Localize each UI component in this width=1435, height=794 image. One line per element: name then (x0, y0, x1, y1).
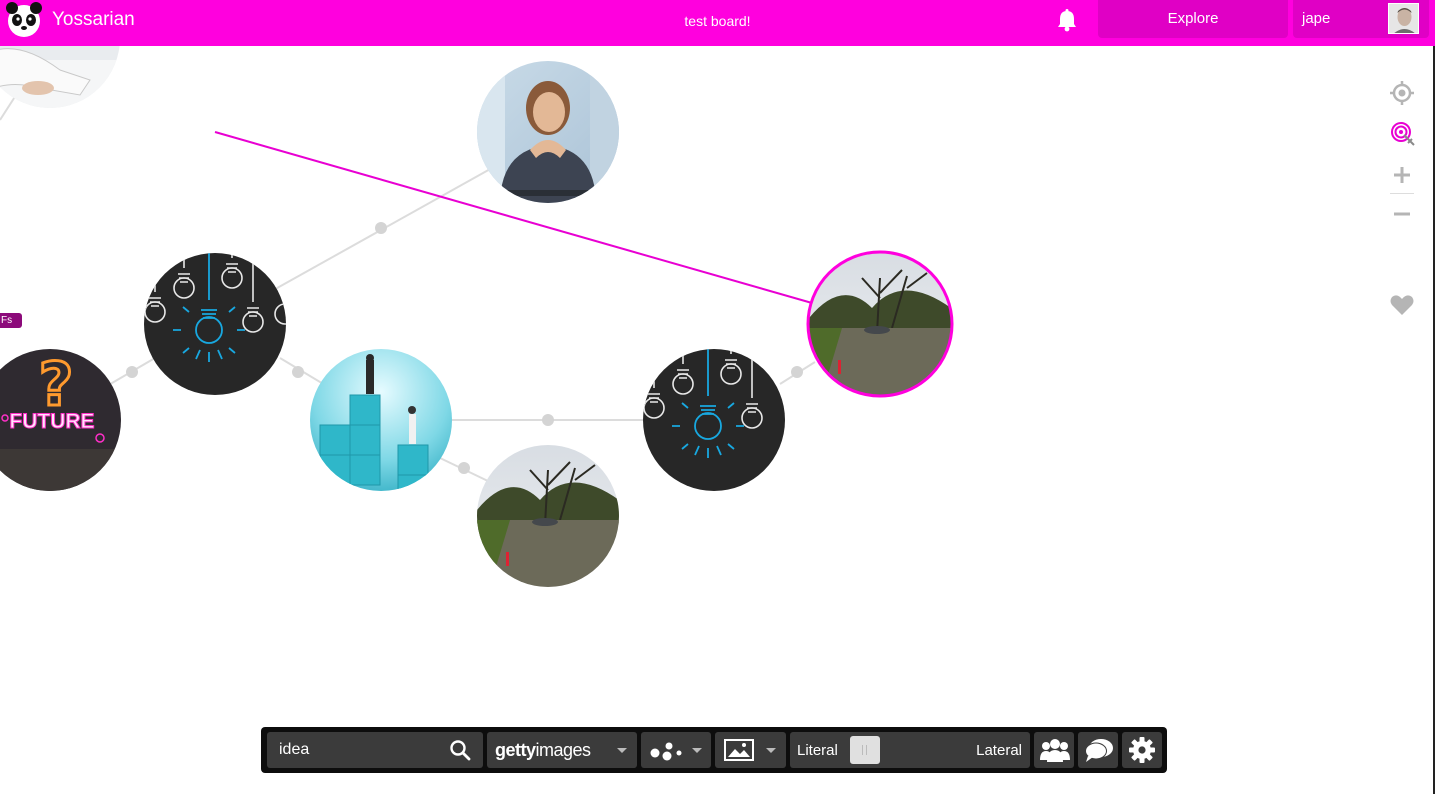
idea-node-future[interactable]: ? FUTURE (0, 349, 121, 491)
user-menu-button[interactable]: jape (1293, 0, 1429, 38)
zoom-divider (1390, 193, 1414, 194)
chevron-down-icon (617, 748, 627, 753)
avatar (1388, 3, 1419, 34)
chat-button[interactable] (1078, 732, 1118, 768)
search-input[interactable] (267, 732, 447, 768)
literal-lateral-slider[interactable]: Literal Lateral (790, 732, 1030, 768)
top-bar: Yossarian test board! Explore jape (0, 0, 1435, 46)
idea-node-lightbulbs[interactable] (144, 253, 295, 395)
plus-icon[interactable] (1388, 161, 1416, 189)
minus-icon[interactable] (1388, 200, 1416, 228)
bell-icon[interactable] (1056, 8, 1078, 32)
chat-icon (1085, 739, 1113, 762)
idea-node-lightbulbs-2[interactable] (643, 349, 785, 491)
node-tag[interactable]: Fs (0, 313, 22, 328)
group-icon (1040, 739, 1070, 762)
chevron-down-icon (692, 748, 702, 753)
chevron-down-icon (766, 748, 776, 753)
heart-icon[interactable] (1388, 291, 1416, 319)
crosshair-icon[interactable] (1388, 79, 1416, 107)
media-type-select[interactable] (715, 732, 786, 768)
graph-layout-icon (650, 742, 682, 761)
collaborators-button[interactable] (1034, 732, 1074, 768)
idea-node-flood-selected[interactable] (806, 250, 954, 398)
explore-button[interactable]: Explore (1098, 0, 1288, 38)
layout-select[interactable] (641, 732, 711, 768)
slider-label-literal: Literal (797, 742, 838, 759)
image-source-select[interactable]: gettyimages (487, 732, 637, 768)
slider-handle[interactable] (850, 736, 880, 764)
idea-node-blocks[interactable] (310, 349, 452, 495)
search-toolbar: gettyimages Literal Lateral (261, 727, 1167, 773)
target-icon[interactable] (1388, 119, 1416, 147)
idea-node-woman[interactable] (477, 61, 619, 205)
future-neon-text: FUTURE (9, 410, 94, 433)
image-icon (724, 739, 754, 761)
getty-images-logo: gettyimages (495, 740, 591, 760)
idea-board-canvas[interactable]: ? FUTURE (0, 46, 1435, 794)
gear-icon (1129, 737, 1155, 763)
idea-node-flood[interactable] (477, 445, 619, 587)
search-icon[interactable] (449, 739, 471, 761)
user-name: jape (1302, 10, 1331, 27)
slider-label-lateral: Lateral (976, 742, 1022, 759)
search-box (267, 732, 483, 768)
idea-node-typing[interactable] (0, 46, 120, 110)
settings-button[interactable] (1122, 732, 1162, 768)
